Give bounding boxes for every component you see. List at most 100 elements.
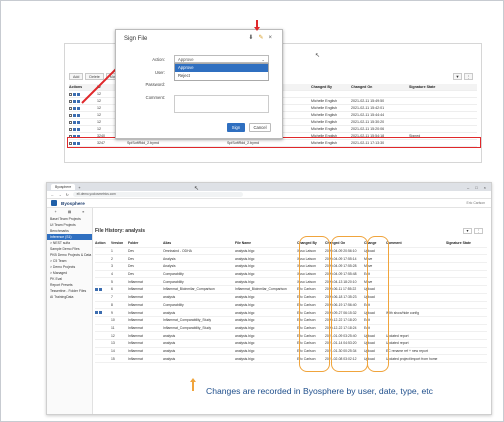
cell-comment: With show/hide config <box>386 310 419 315</box>
checkbox-icon[interactable] <box>69 92 72 96</box>
cell-alias: analysis <box>163 348 176 353</box>
delete-icon[interactable] <box>99 311 102 315</box>
table-row[interactable]: 9 Inflammat analysis analysis.bigc Eric Carl… <box>95 309 487 317</box>
delete-icon[interactable] <box>99 287 102 291</box>
checkbox-icon[interactable] <box>69 120 72 124</box>
reload-icon[interactable]: ↻ <box>66 193 69 197</box>
edit-icon[interactable] <box>73 92 76 96</box>
table-row[interactable]: 8 Inflammat Comparability analysis.bigc Eric… <box>95 302 487 310</box>
action-select[interactable]: Approve ⌄ <box>174 55 269 63</box>
cell-changed-by: Michelle English <box>311 106 337 110</box>
cell-changed-on: 2021-02-11 15:20:06 <box>351 127 385 131</box>
menu-icon[interactable]: ≡ <box>82 210 84 214</box>
table-row[interactable]: 10 Inflammat Inflammat_Comparability_Study… <box>95 317 487 325</box>
edit-icon[interactable] <box>73 106 76 110</box>
filter-icon[interactable]: ▼ <box>463 228 472 234</box>
table-header-row: Action Version Folder Alias File Name Ch… <box>95 240 487 248</box>
lock-icon[interactable] <box>77 106 80 110</box>
back-icon[interactable]: ← <box>51 193 54 197</box>
filter-icon[interactable]: ▼ <box>453 73 462 80</box>
comment-field[interactable] <box>174 95 269 113</box>
sidebar-item[interactable]: AI TrainingData <box>47 294 92 300</box>
more-icon[interactable]: ⋮ <box>474 228 483 234</box>
table-row[interactable]: 2 Dev Analysis analysis.bigc Xuso Latson 2020… <box>95 255 487 264</box>
edit-icon[interactable] <box>73 99 76 103</box>
sign-button[interactable]: Sign <box>227 123 245 132</box>
browser-tab[interactable]: Byosphere <box>51 184 76 190</box>
table-row[interactable]: 14 Inflammat analysis analysis.bigc Eric Car… <box>95 348 487 356</box>
col-action: Action <box>95 241 106 246</box>
close-icon[interactable]: × <box>268 35 272 41</box>
add-icon[interactable]: + <box>55 210 57 214</box>
cell-file-name: analysis.bigc <box>235 333 255 338</box>
option-approve[interactable]: Approve <box>175 64 268 72</box>
cell-version: 11 <box>111 325 115 330</box>
password-label: Password: <box>145 82 165 87</box>
table-row[interactable]: 15 Inflammat analysis analysis.bigc Eric Car… <box>95 355 487 363</box>
table-row[interactable]: 3 Dev Analysis analysis.bigc Xuso Latson 2020… <box>95 263 487 271</box>
url-field[interactable]: eli.demo.yoclosmetrics.com <box>72 192 243 197</box>
download-icon[interactable] <box>95 311 98 315</box>
row-actions <box>69 127 97 131</box>
cell-folder: Inflammat <box>128 325 143 330</box>
lock-icon[interactable] <box>77 99 80 103</box>
table-row[interactable]: 4 Dev Comparability analysis.bigc Xuso Latso… <box>95 271 487 279</box>
download-icon[interactable] <box>95 287 98 291</box>
col-changed-by: Changed By <box>311 85 332 89</box>
edit-icon[interactable] <box>73 127 76 131</box>
table-row[interactable]: 5 Inflammat Comparability analysis.bigc Xuso… <box>95 278 487 287</box>
download-icon[interactable]: ⬇ <box>248 34 253 41</box>
edit-icon[interactable] <box>73 113 76 117</box>
close-window-icon[interactable]: × <box>484 185 486 190</box>
cell-version: 13 <box>111 341 115 346</box>
maximize-icon[interactable]: □ <box>475 185 477 190</box>
add-button[interactable]: Add <box>69 73 84 80</box>
forward-icon[interactable]: → <box>58 193 61 197</box>
checkbox-icon[interactable] <box>69 99 72 103</box>
checkbox-icon[interactable] <box>69 113 72 117</box>
cell-folder: Inflammat <box>128 302 143 307</box>
minimize-icon[interactable]: – <box>467 185 469 190</box>
cell-file-name: analysis.bigc <box>235 256 255 261</box>
cell-version: 2 <box>111 256 113 261</box>
lock-icon[interactable] <box>77 113 80 117</box>
cell-alias: analysis <box>163 341 176 346</box>
edit-icon[interactable] <box>73 120 76 124</box>
new-tab-icon[interactable]: + <box>78 185 80 190</box>
change-type-highlight <box>367 236 389 372</box>
delete-button[interactable]: Delete <box>85 73 104 80</box>
cell-folder: Inflammat <box>128 333 143 338</box>
checkbox-icon[interactable] <box>69 106 72 110</box>
sign-icon-arrow <box>254 20 260 31</box>
cell-version: 12 <box>111 333 115 338</box>
sign-icon[interactable]: ✎ <box>258 34 263 41</box>
table-row[interactable]: 7 Inflammat analysis analysis.bigc Eric Carl… <box>95 294 487 302</box>
chevron-down-icon: ⌄ <box>261 57 265 62</box>
mouse-cursor-icon: ↖ <box>194 186 200 192</box>
row-actions <box>69 113 97 117</box>
table-row[interactable]: 11 Inflammat Inflammat_Comparability_Study… <box>95 325 487 333</box>
table-row[interactable]: 1 Dev Omnissind - ODHA analysis.bigc Xuso La… <box>95 248 487 256</box>
option-reject[interactable]: Reject <box>175 72 268 80</box>
cell-alias: Inflammat_Bioinmilar_Comparison <box>163 287 215 292</box>
cell-comment: EC rename ref + new report <box>386 348 428 353</box>
row-actions <box>69 120 97 124</box>
cell-folder: Dev <box>128 256 135 261</box>
folder-icon[interactable]: ▤ <box>68 210 71 214</box>
user-menu[interactable]: Eric Carlson <box>467 201 491 205</box>
cell-changed-on: 2021-02-11 15:44:44 <box>351 113 385 117</box>
lock-icon[interactable] <box>77 127 80 131</box>
table-row[interactable]: 6 Inflammat Inflammat_Bioinmilar_Compariso… <box>95 286 487 294</box>
table-row[interactable]: 13 Inflammat analysis analysis.bigc Eric Car… <box>95 340 487 348</box>
cell-folder: Dev <box>128 249 135 254</box>
more-icon[interactable]: ⋮ <box>464 73 473 80</box>
cancel-button[interactable]: Cancel <box>249 123 271 132</box>
cell-changed-by: Michelle English <box>311 120 337 124</box>
table-row[interactable]: 12 Inflammat analysis analysis.bigc Eric Car… <box>95 332 487 340</box>
checkbox-icon[interactable] <box>69 127 72 131</box>
row-actions <box>69 106 97 110</box>
cell-comment: Updated report <box>386 333 409 338</box>
lock-icon[interactable] <box>77 92 80 96</box>
lock-icon[interactable] <box>77 120 80 124</box>
main-toolbar: ▼ ⋮ <box>463 228 483 234</box>
